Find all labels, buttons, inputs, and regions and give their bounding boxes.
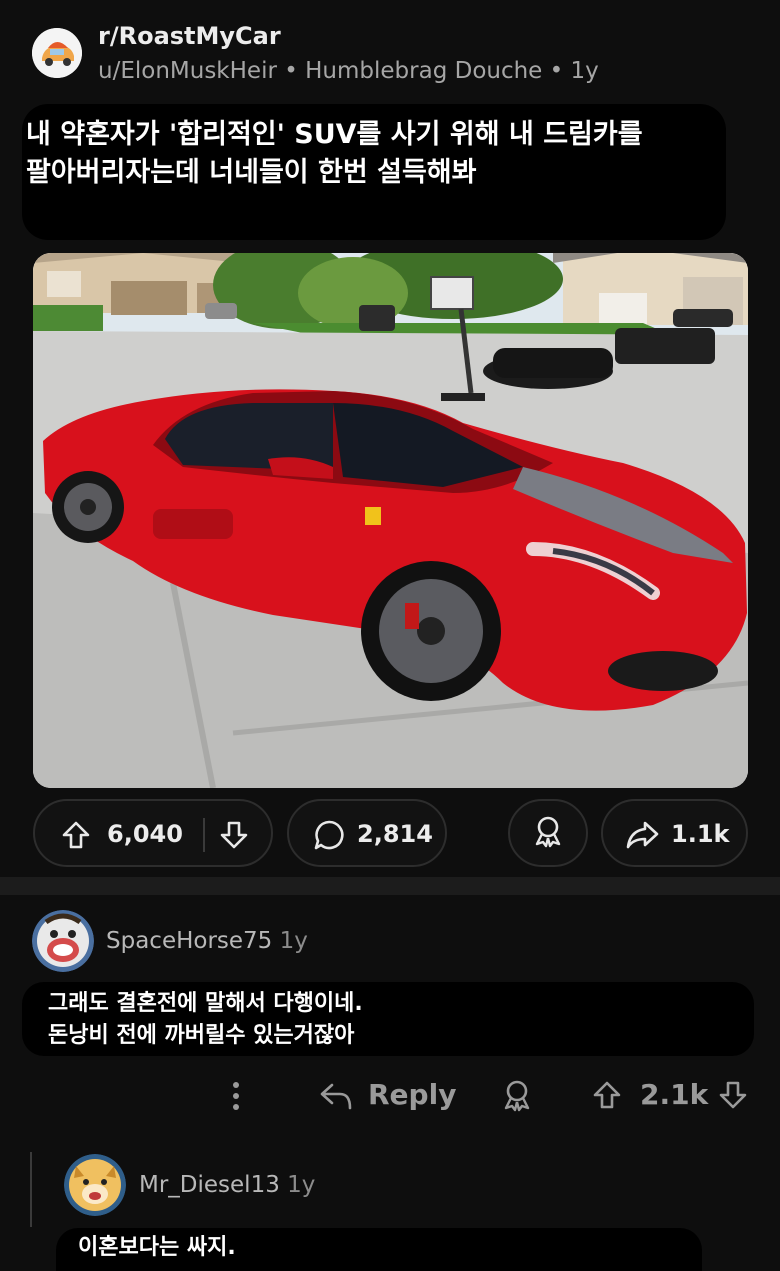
post-title-box: 내 약혼자가 '합리적인' SUV를 사기 위해 내 드림카를 팔아버리자는데 …	[22, 104, 726, 240]
award-icon	[531, 814, 565, 852]
downvote-icon[interactable]	[219, 820, 249, 854]
post-author[interactable]: u/ElonMuskHeir	[98, 58, 277, 84]
share-icon	[625, 819, 659, 855]
comment-body-line: 이혼보다는 싸지.	[78, 1235, 236, 1260]
upvote-count: 6,040	[107, 820, 183, 848]
reply-icon[interactable]	[318, 1080, 352, 1116]
comment-body: 이혼보다는 싸지.	[56, 1228, 702, 1271]
comment-username-row: Mr_Diesel13 1y	[139, 1172, 315, 1198]
comment-avatar[interactable]	[64, 1154, 126, 1216]
upvote-icon[interactable]	[592, 1080, 622, 1114]
comment-body-line: 돈낭비 전에 까버릴수 있는거잖아	[48, 1023, 355, 1048]
award-icon[interactable]	[500, 1078, 534, 1116]
comment-age: 1y	[279, 928, 308, 954]
share-count: 1.1k	[671, 820, 730, 848]
comment-actions: Reply 2.1k	[0, 1066, 780, 1126]
post-meta: u/ElonMuskHeir • Humblebrag Douche • 1y	[98, 58, 599, 84]
subreddit-avatar[interactable]	[32, 28, 82, 78]
post-header: r/RoastMyCar u/ElonMuskHeir • Humblebrag…	[32, 22, 752, 92]
comments-button[interactable]: 2,814	[287, 799, 447, 867]
meta-separator: •	[549, 58, 571, 84]
post-title: 내 약혼자가 '합리적인' SUV를 사기 위해 내 드림카를 팔아버리자는데 …	[26, 119, 643, 188]
comment-icon	[313, 819, 345, 855]
subreddit-name[interactable]: r/RoastMyCar	[98, 22, 281, 50]
comment-body: 그래도 결혼전에 말해서 다행이네. 돈낭비 전에 까버릴수 있는거잖아	[22, 982, 754, 1056]
comment-score: 2.1k	[640, 1078, 709, 1111]
section-divider	[0, 877, 780, 895]
comment-count: 2,814	[357, 820, 433, 848]
comment-body-line: 그래도 결혼전에 말해서 다행이네.	[48, 991, 363, 1016]
upvote-icon[interactable]	[61, 820, 91, 854]
downvote-icon[interactable]	[718, 1080, 748, 1114]
comment-age: 1y	[287, 1172, 316, 1198]
comment-avatar[interactable]	[32, 910, 94, 972]
award-button[interactable]	[508, 799, 588, 867]
vote-divider	[203, 818, 205, 852]
comment-username-row: SpaceHorse75 1y	[106, 928, 308, 954]
vote-pill: 6,040	[33, 799, 273, 867]
meta-separator: •	[284, 58, 306, 84]
post-action-bar: 6,040 2,814 1.1k	[33, 799, 748, 867]
post-age: 1y	[570, 58, 599, 84]
reply-button[interactable]: Reply	[368, 1078, 456, 1111]
author-flair: Humblebrag Douche	[305, 58, 543, 84]
more-icon[interactable]	[226, 1080, 246, 1116]
comment-username[interactable]: Mr_Diesel13	[139, 1172, 280, 1198]
share-button[interactable]: 1.1k	[601, 799, 748, 867]
post-image[interactable]	[33, 253, 748, 788]
comment-username[interactable]: SpaceHorse75	[106, 928, 272, 954]
thread-line	[30, 1152, 32, 1227]
